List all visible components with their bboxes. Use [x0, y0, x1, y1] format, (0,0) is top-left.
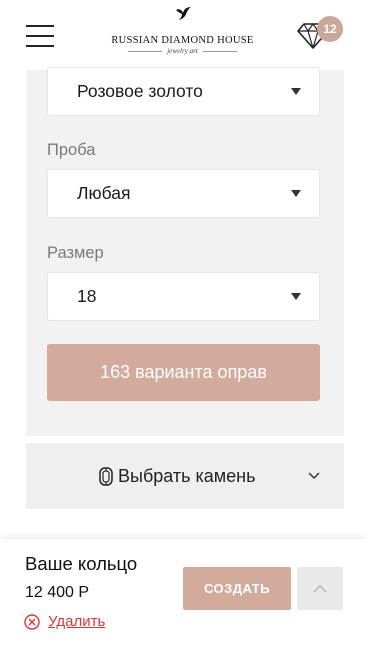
size-label: Размер: [47, 244, 104, 262]
remove-ring-label: Удалить: [48, 613, 106, 630]
scroll-up-button[interactable]: [297, 567, 343, 610]
brand-logo[interactable]: RUSSIAN DIAMOND HOUSE jewelry art: [100, 4, 265, 64]
brand-tagline: jewelry art: [100, 47, 265, 55]
site-header: RUSSIAN DIAMOND HOUSE jewelry art 12: [0, 0, 367, 70]
choose-stone-accordion[interactable]: Выбрать камень: [26, 443, 344, 509]
dropdown-arrow-icon: [291, 293, 301, 300]
ring-price: 12 400 Р: [25, 584, 90, 601]
dropdown-arrow-icon: [291, 190, 301, 197]
remove-circle-x-icon: [24, 614, 40, 630]
ring-summary-bar: Ваше кольцо 12 400 Р Удалить СОЗДАТЬ: [0, 539, 367, 650]
bird-logo-icon: [175, 7, 191, 20]
proba-label: Проба: [47, 141, 96, 159]
create-ring-button[interactable]: СОЗДАТЬ: [183, 567, 291, 610]
ring-filter-panel: Розовое золото Проба Любая Размер 18 163…: [26, 67, 344, 436]
size-select[interactable]: 18: [47, 272, 320, 321]
chevron-up-icon: [313, 584, 327, 593]
proba-select[interactable]: Любая: [47, 169, 320, 218]
hamburger-menu-icon[interactable]: [26, 24, 54, 48]
proba-select-value: Любая: [77, 183, 131, 203]
brand-name: RUSSIAN DIAMOND HOUSE: [111, 35, 254, 46]
gem-icon: [99, 467, 113, 486]
size-select-value: 18: [77, 286, 97, 306]
ring-summary-title: Ваше кольцо: [25, 553, 138, 574]
chevron-down-icon: [308, 472, 320, 480]
dropdown-arrow-icon: [291, 88, 301, 95]
metal-select-value: Розовое золото: [77, 81, 203, 101]
cart-button[interactable]: 12: [296, 14, 348, 50]
metal-select[interactable]: Розовое золото: [47, 67, 320, 116]
choose-stone-label: Выбрать камень: [118, 466, 256, 486]
cart-count-badge: 12: [317, 16, 343, 42]
show-variants-button[interactable]: 163 варианта оправ: [47, 344, 320, 401]
